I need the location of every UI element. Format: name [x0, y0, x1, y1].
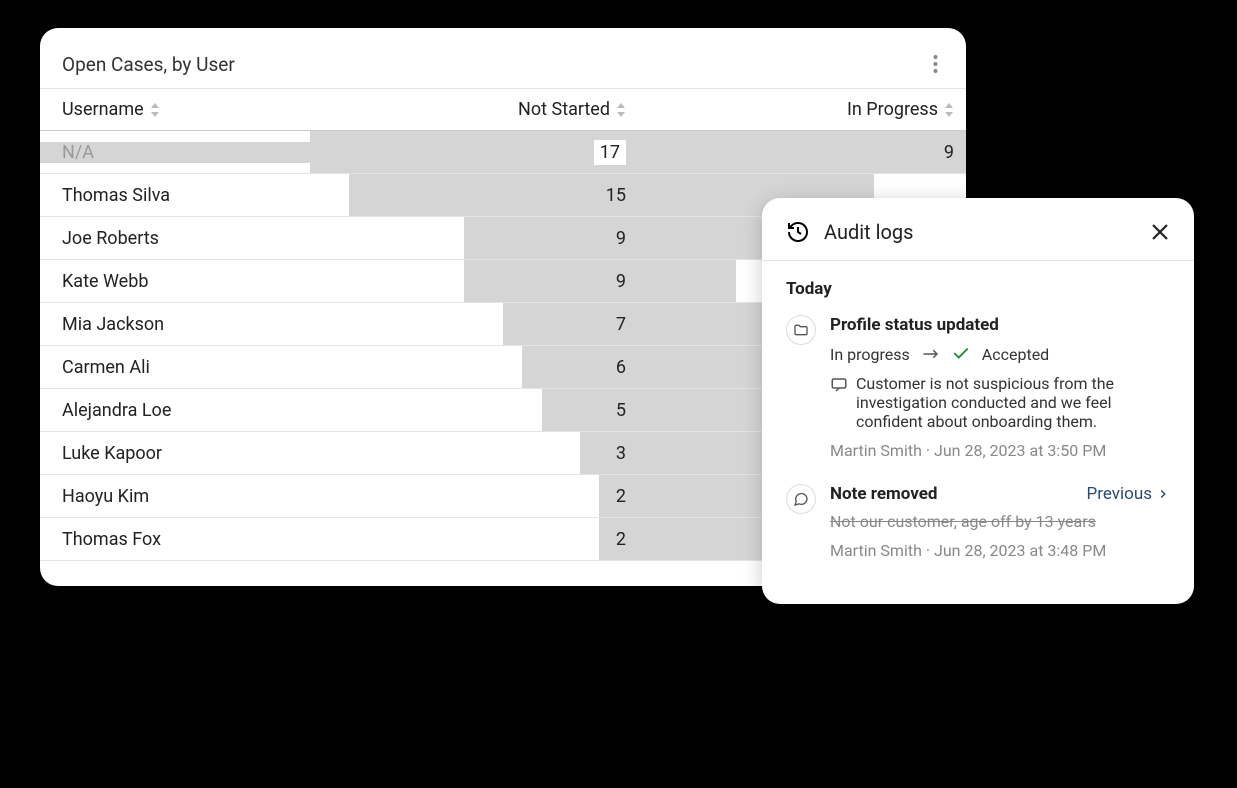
cell-not-started: 17	[310, 131, 638, 173]
audit-body: Today Profile status updated In progress A…	[762, 261, 1194, 560]
cell-not-started: 5	[310, 389, 638, 431]
log-meta: Martin Smith · Jun 28, 2023 at 3:50 PM	[830, 441, 1170, 460]
arrow-right-icon	[922, 345, 940, 364]
cell-not-started: 6	[310, 346, 638, 388]
col-header-label: In Progress	[847, 99, 938, 120]
card-menu-button[interactable]	[927, 48, 944, 80]
log-meta: Martin Smith · Jun 28, 2023 at 3:48 PM	[830, 541, 1170, 560]
cell-username: Thomas Silva	[40, 185, 310, 206]
removed-note-text: Not our customer, age off by 13 years	[830, 512, 1170, 531]
cell-username: Luke Kapoor	[40, 443, 310, 464]
audit-section-label: Today	[786, 279, 1170, 299]
sort-icon	[150, 103, 160, 117]
cell-username: Joe Roberts	[40, 228, 310, 249]
col-header-username[interactable]: Username	[40, 99, 310, 120]
cell-username: Carmen Ali	[40, 357, 310, 378]
table-row[interactable]: N/A179	[40, 131, 966, 174]
cell-not-started: 2	[310, 475, 638, 517]
cell-username: Haoyu Kim	[40, 486, 310, 507]
cell-username: Alejandra Loe	[40, 400, 310, 421]
col-header-in-progress[interactable]: In Progress	[638, 89, 966, 130]
cell-not-started: 2	[310, 518, 638, 560]
folder-icon	[786, 315, 816, 345]
cell-not-started: 7	[310, 303, 638, 345]
status-from: In progress	[830, 345, 910, 364]
cell-username: Kate Webb	[40, 271, 310, 292]
col-header-label: Not Started	[518, 99, 610, 120]
audit-title: Audit logs	[824, 220, 1136, 244]
kebab-icon	[933, 54, 938, 74]
close-button[interactable]	[1150, 222, 1170, 242]
card-title: Open Cases, by User	[62, 53, 235, 76]
log-content: Profile status updated In progress Accepte…	[830, 315, 1170, 460]
card-header: Open Cases, by User	[40, 28, 966, 88]
close-icon	[1150, 222, 1170, 242]
audit-logs-panel: Audit logs Today Profile status updated I…	[762, 198, 1194, 604]
table-header-row: Username Not Started In Progress	[40, 88, 966, 131]
cell-username: Mia Jackson	[40, 314, 310, 335]
log-content: Note removed Previous Not our customer, ag…	[830, 484, 1170, 560]
cell-in-progress: 9	[638, 131, 966, 173]
log-title: Note removed	[830, 484, 937, 504]
audit-log-item: Profile status updated In progress Accepte…	[786, 315, 1170, 460]
cell-not-started: 9	[310, 217, 638, 259]
message-icon	[786, 484, 816, 514]
col-header-label: Username	[62, 99, 144, 120]
cell-not-started: 9	[310, 260, 638, 302]
sort-icon	[616, 103, 626, 117]
history-icon	[786, 220, 810, 244]
col-header-not-started[interactable]: Not Started	[310, 89, 638, 130]
check-icon	[952, 345, 970, 364]
cell-not-started: 15	[310, 174, 638, 216]
status-transition: In progress Accepted	[830, 345, 1170, 364]
cell-username: N/A	[40, 142, 310, 163]
audit-log-item: Note removed Previous Not our customer, ag…	[786, 484, 1170, 560]
audit-header: Audit logs	[762, 198, 1194, 261]
comment-icon	[830, 376, 848, 431]
chevron-right-icon	[1156, 487, 1170, 501]
log-note: Customer is not suspicious from the inve…	[830, 374, 1170, 431]
cell-username: Thomas Fox	[40, 529, 310, 550]
previous-link[interactable]: Previous	[1087, 484, 1170, 504]
sort-icon	[944, 103, 954, 117]
status-to: Accepted	[982, 345, 1049, 364]
log-title: Profile status updated	[830, 315, 999, 335]
cell-not-started: 3	[310, 432, 638, 474]
